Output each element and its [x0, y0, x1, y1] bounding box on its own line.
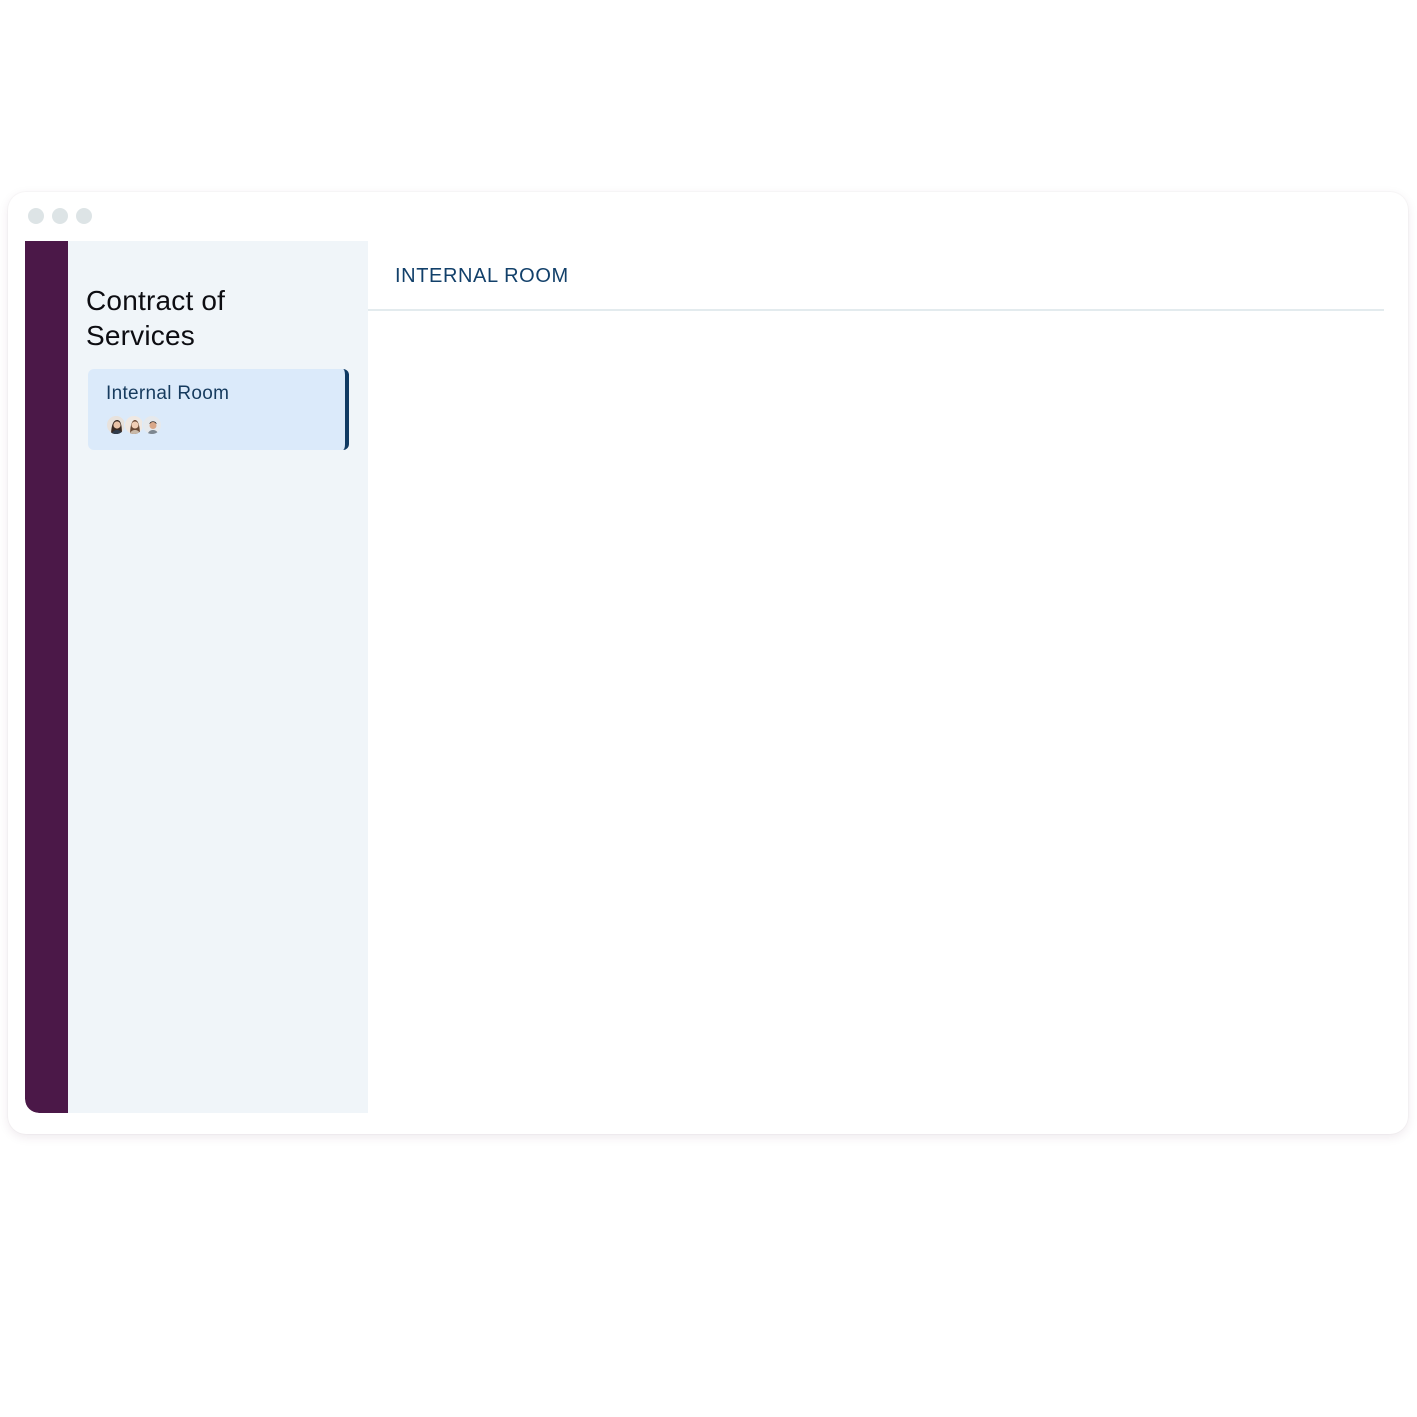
avatar [106, 415, 126, 435]
app-window: Contract of Services Internal Room INTER… [8, 192, 1408, 1134]
room-item-label: Internal Room [106, 383, 230, 404]
sidebar-title: Contract of Services [86, 285, 226, 351]
main-panel: INTERNAL ROOM [368, 241, 1384, 1113]
page-title: INTERNAL ROOM [395, 265, 569, 287]
window-minimize-dot[interactable] [52, 208, 68, 224]
room-item-internal-room[interactable]: Internal Room [88, 369, 349, 450]
sidebar: Contract of Services Internal Room [68, 241, 368, 1113]
window-maximize-dot[interactable] [76, 208, 92, 224]
window-controls [28, 208, 92, 224]
avatar [142, 415, 162, 435]
left-rail [25, 241, 68, 1113]
avatar [124, 415, 144, 435]
app-content: Contract of Services Internal Room INTER… [25, 241, 1384, 1113]
room-participants [106, 415, 162, 435]
main-header: INTERNAL ROOM [368, 241, 1384, 311]
window-close-dot[interactable] [28, 208, 44, 224]
